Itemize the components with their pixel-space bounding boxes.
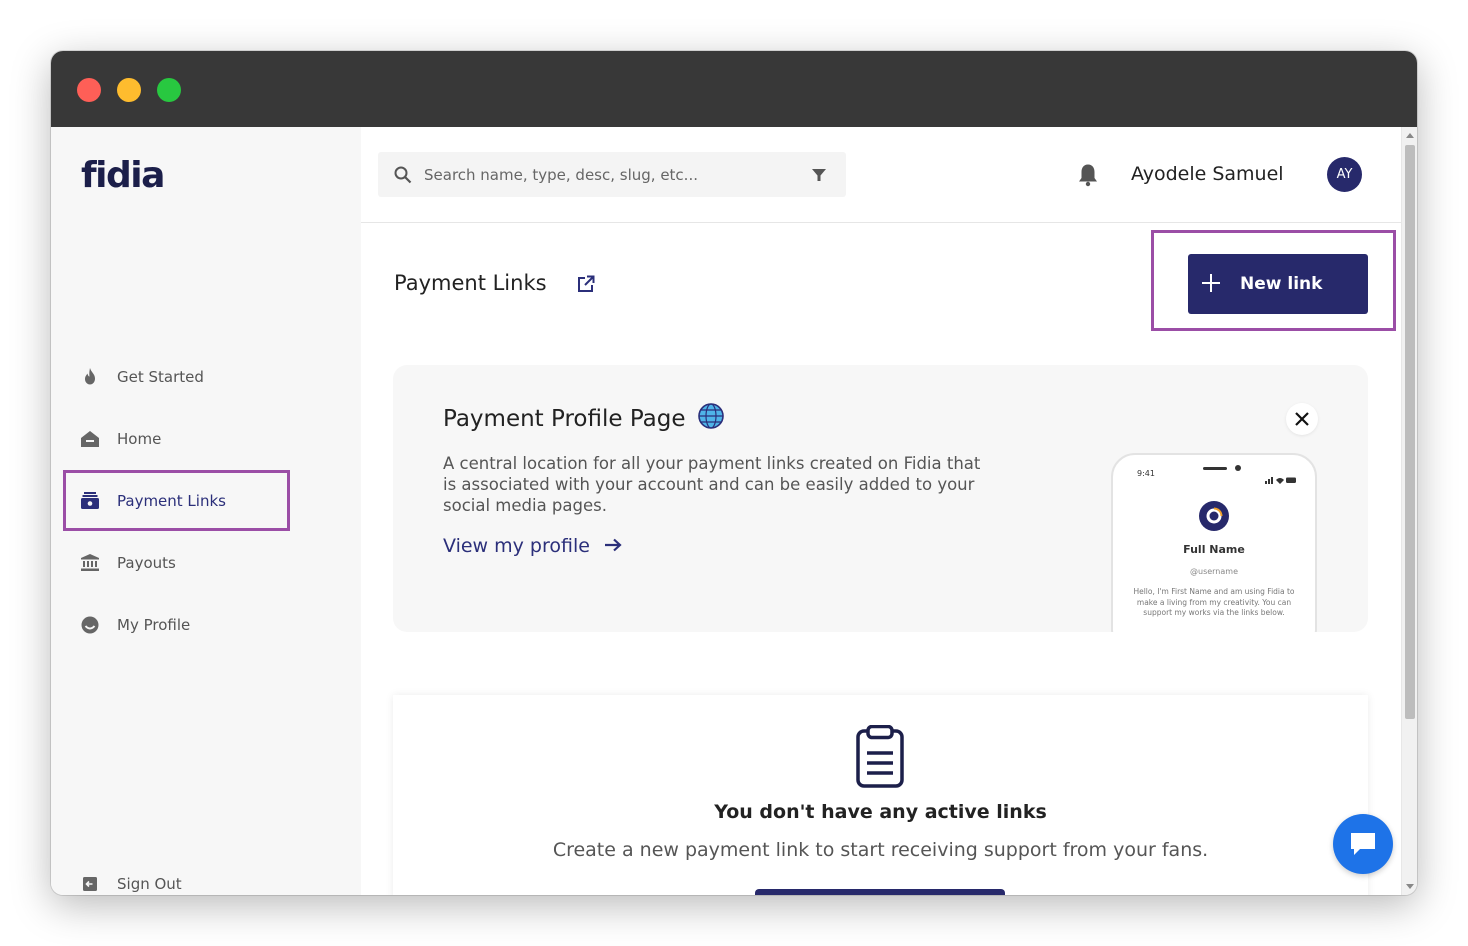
- sign-out-button[interactable]: Sign Out: [63, 853, 290, 895]
- sidebar-item-my-profile[interactable]: My Profile: [63, 594, 290, 655]
- scrollbar[interactable]: [1401, 127, 1417, 895]
- phone-bio: Hello, I'm First Name and am using Fidia…: [1133, 587, 1295, 617]
- empty-links-card: You don't have any active links Create a…: [393, 695, 1368, 895]
- chat-icon: [1348, 831, 1378, 857]
- sidebar-item-label: My Profile: [117, 615, 191, 634]
- app-window: fidia Get Started Home Payment Links Pay…: [51, 51, 1417, 895]
- sidebar-item-get-started[interactable]: Get Started: [63, 346, 290, 407]
- sign-out-icon: [81, 875, 99, 893]
- search-input[interactable]: [424, 165, 794, 184]
- home-icon: [81, 430, 99, 448]
- title-bar: [51, 51, 1417, 127]
- payment-link-icon: [81, 492, 99, 510]
- payment-profile-card: Payment Profile Page A central location …: [393, 365, 1368, 632]
- create-link-button[interactable]: [755, 889, 1005, 895]
- profile-card-description: A central location for all your payment …: [443, 454, 981, 515]
- profile-card-title-text: Payment Profile Page: [443, 406, 686, 432]
- scroll-up-arrow[interactable]: [1406, 133, 1414, 138]
- flame-icon: [81, 368, 99, 386]
- sidebar: fidia Get Started Home Payment Links Pay…: [51, 127, 361, 895]
- chat-button[interactable]: [1333, 814, 1393, 874]
- phone-preview: 9:41 Full Name @username Hello, I'm Firs…: [1111, 453, 1317, 632]
- new-link-label: New link: [1240, 274, 1323, 294]
- arrow-right-icon: [604, 535, 622, 557]
- plus-icon: [1202, 271, 1220, 297]
- clipboard-icon: [855, 724, 905, 793]
- sidebar-item-home[interactable]: Home: [63, 408, 290, 469]
- phone-status-icons: [1265, 469, 1297, 484]
- phone-full-name: Full Name: [1183, 543, 1245, 556]
- phone-camera: [1235, 465, 1241, 471]
- phone-notch: [1203, 467, 1227, 470]
- close-window-button[interactable]: [77, 78, 101, 102]
- user-name[interactable]: Ayodele Samuel: [1131, 163, 1284, 185]
- profile-icon: [81, 616, 99, 634]
- bell-icon[interactable]: [1077, 163, 1099, 191]
- search-icon: [394, 166, 412, 184]
- fidia-logo[interactable]: fidia: [81, 155, 165, 196]
- search-bar: [378, 152, 846, 197]
- sidebar-item-label: Payment Links: [117, 491, 226, 510]
- close-icon[interactable]: [1286, 403, 1318, 435]
- bank-icon: [81, 554, 99, 572]
- main-content: Ayodele Samuel AY Payment Links New link…: [361, 127, 1401, 895]
- top-bar: Ayodele Samuel AY: [361, 127, 1401, 223]
- minimize-window-button[interactable]: [117, 78, 141, 102]
- scroll-thumb[interactable]: [1405, 145, 1415, 719]
- empty-state-title: You don't have any active links: [714, 801, 1047, 823]
- avatar[interactable]: AY: [1327, 157, 1362, 192]
- sidebar-item-payment-links[interactable]: Payment Links: [63, 470, 290, 531]
- sidebar-item-label: Get Started: [117, 367, 204, 386]
- filter-icon[interactable]: [812, 168, 826, 182]
- profile-card-title: Payment Profile Page: [443, 403, 724, 435]
- external-link-icon[interactable]: [577, 275, 595, 297]
- sidebar-item-payouts[interactable]: Payouts: [63, 532, 290, 593]
- page-title: Payment Links: [394, 271, 547, 295]
- app-content: fidia Get Started Home Payment Links Pay…: [51, 127, 1417, 895]
- new-link-button[interactable]: New link: [1188, 254, 1368, 314]
- scroll-down-arrow[interactable]: [1406, 884, 1414, 889]
- maximize-window-button[interactable]: [157, 78, 181, 102]
- globe-icon: [697, 403, 724, 435]
- phone-username: @username: [1190, 567, 1238, 576]
- phone-profile-logo: [1199, 501, 1229, 531]
- empty-state-subtitle: Create a new payment link to start recei…: [552, 839, 1209, 861]
- sidebar-item-label: Payouts: [117, 553, 176, 572]
- sidebar-item-label: Home: [117, 429, 162, 448]
- phone-time: 9:41: [1137, 469, 1155, 478]
- sign-out-label: Sign Out: [117, 874, 182, 893]
- view-profile-label: View my profile: [443, 535, 590, 557]
- view-profile-link[interactable]: View my profile: [443, 535, 622, 557]
